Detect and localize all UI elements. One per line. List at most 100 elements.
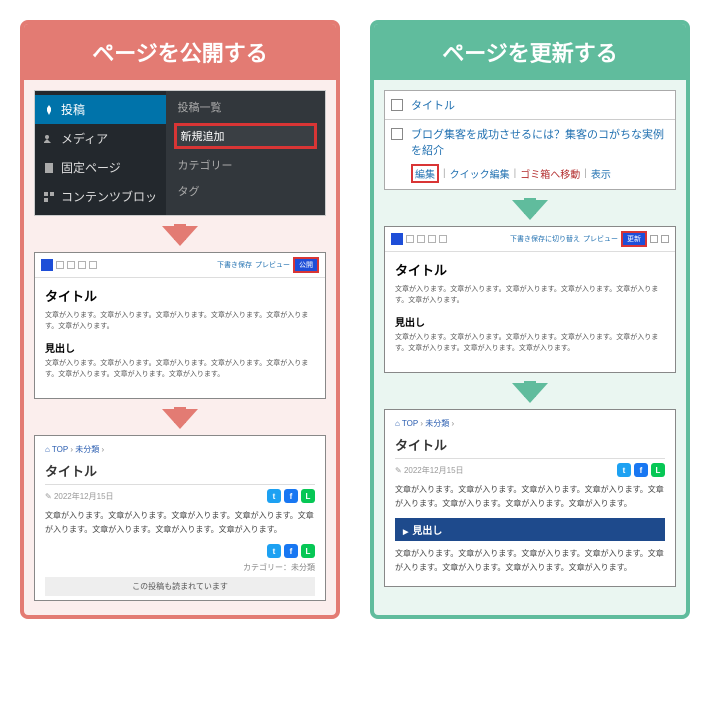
wp-main-menu: 投稿 メディア 固定ページ <box>35 91 166 215</box>
update-column: ページを更新する タイトル ブログ集客を成功させるには？集客のコがちな実例を紹介… <box>370 20 690 619</box>
wp-submenu: 投稿一覧 新規追加 カテゴリー タグ <box>166 91 326 215</box>
line-icon[interactable]: L <box>301 489 315 503</box>
update-button[interactable]: 更新 <box>621 231 647 247</box>
row-actions: 編集 | クイック編集 | ゴミ箱へ移動 | 表示 <box>385 164 675 189</box>
breadcrumb: ⌂ TOP › 未分類 › <box>45 444 315 455</box>
home-icon[interactable]: ⌂ <box>395 419 402 428</box>
post-text[interactable]: 文章が入ります。文章が入ります。文章が入ります。文章が入ります。文章が入ります。… <box>45 359 315 380</box>
pin-icon <box>43 104 55 116</box>
wp-menu-media[interactable]: メディア <box>35 124 166 153</box>
post-h2[interactable]: 見出し <box>45 340 315 355</box>
category-row: カテゴリー：未分類 <box>45 562 315 573</box>
crumb-cat[interactable]: 未分類 <box>425 419 449 428</box>
arrow-icon <box>512 383 548 403</box>
tool-icon[interactable] <box>417 235 425 243</box>
post-text[interactable]: 文章が入ります。文章が入ります。文章が入ります。文章が入ります。文章が入ります。… <box>45 311 315 332</box>
wp-menu-label: メディア <box>61 130 108 147</box>
wp-sub-category[interactable]: カテゴリー <box>174 155 318 175</box>
tool-icon[interactable] <box>406 235 414 243</box>
post-h2[interactable]: 見出し <box>395 314 665 329</box>
wp-sub-tag[interactable]: タグ <box>174 181 318 201</box>
sns-buttons: t f L <box>267 489 315 503</box>
line-icon[interactable]: L <box>301 544 315 558</box>
date-row: ✎ 2022年12月15日 t f L <box>45 489 315 503</box>
editor-panel-update: 下書き保存に切り替え プレビュー 更新 タイトル 文章が入ります。文章が入ります… <box>384 226 676 373</box>
crumb-home[interactable]: TOP <box>52 445 68 454</box>
wp-admin-sidebar: 投稿 メディア 固定ページ <box>34 90 326 216</box>
twitter-icon[interactable]: t <box>267 544 281 558</box>
block-icon <box>43 191 55 203</box>
twitter-icon[interactable]: t <box>617 463 631 477</box>
update-panels: タイトル ブログ集客を成功させるには？集客のコがちな実例を紹介 編集 | クイッ… <box>374 80 686 601</box>
edit-link[interactable]: 編集 <box>411 164 439 183</box>
related-notice: この投稿も読まれています <box>45 577 315 596</box>
wp-sub-all[interactable]: 投稿一覧 <box>174 97 318 117</box>
editor-panel: 下書き保存 プレビュー 公開 タイトル 文章が入ります。文章が入ります。文章が入… <box>34 252 326 399</box>
wp-logo-icon[interactable] <box>391 233 403 245</box>
sns-buttons-bottom: t f L <box>45 544 315 558</box>
tool-icon[interactable] <box>67 261 75 269</box>
tool-icon[interactable] <box>439 235 447 243</box>
line-icon[interactable]: L <box>651 463 665 477</box>
page-icon <box>43 162 55 174</box>
arrow-icon <box>162 226 198 246</box>
editor-toolbar: 下書き保存に切り替え プレビュー 更新 <box>385 227 675 252</box>
col-title[interactable]: タイトル <box>411 97 455 113</box>
gear-icon[interactable] <box>650 235 658 243</box>
media-icon <box>43 133 55 145</box>
arrow-icon <box>512 200 548 220</box>
more-icon[interactable] <box>661 235 669 243</box>
checkbox[interactable] <box>391 128 403 140</box>
wp-menu-label: コンテンツブロッ <box>61 188 157 205</box>
publish-column: ページを公開する 投稿 メディア <box>20 20 340 619</box>
preview-link[interactable]: プレビュー <box>583 234 618 244</box>
switch-draft-link[interactable]: 下書き保存に切り替え <box>510 234 580 244</box>
post-title-link[interactable]: ブログ集客を成功させるには？集客のコがちな実例を紹介 <box>411 126 669 158</box>
wp-menu-posts[interactable]: 投稿 <box>35 95 166 124</box>
breadcrumb: ⌂ TOP › 未分類 › <box>395 418 665 429</box>
wp-logo-icon[interactable] <box>41 259 53 271</box>
twitter-icon[interactable]: t <box>267 489 281 503</box>
view-link[interactable]: 表示 <box>591 166 611 181</box>
front-text2: 文章が入ります。文章が入ります。文章が入ります。文章が入ります。文章が入ります。… <box>395 547 665 574</box>
wp-menu-label: 投稿 <box>61 101 85 118</box>
front-text: 文章が入ります。文章が入ります。文章が入ります。文章が入ります。文章が入ります。… <box>45 509 315 536</box>
home-icon[interactable]: ⌂ <box>45 445 52 454</box>
editor-body: タイトル 文章が入ります。文章が入ります。文章が入ります。文章が入ります。文章が… <box>385 252 675 372</box>
sns-buttons: t f L <box>617 463 665 477</box>
quickedit-link[interactable]: クイック編集 <box>450 166 510 181</box>
wp-menu-content-block[interactable]: コンテンツブロッ <box>35 182 166 211</box>
post-text[interactable]: 文章が入ります。文章が入ります。文章が入ります。文章が入ります。文章が入ります。… <box>395 285 665 306</box>
wp-post-list: タイトル ブログ集客を成功させるには？集客のコがちな実例を紹介 編集 | クイッ… <box>384 90 676 190</box>
post-title[interactable]: タイトル <box>45 286 315 305</box>
trash-link[interactable]: ゴミ箱へ移動 <box>520 166 580 181</box>
tool-icon[interactable] <box>89 261 97 269</box>
front-title: タイトル <box>45 461 315 485</box>
front-text: 文章が入ります。文章が入ります。文章が入ります。文章が入ります。文章が入ります。… <box>395 483 665 510</box>
facebook-icon[interactable]: f <box>284 489 298 503</box>
tool-icon[interactable] <box>428 235 436 243</box>
facebook-icon[interactable]: f <box>284 544 298 558</box>
post-date: ✎ 2022年12月15日 <box>45 491 114 502</box>
frontend-panel-update: ⌂ TOP › 未分類 › タイトル ✎ 2022年12月15日 t f L 文… <box>384 409 676 587</box>
publish-button[interactable]: 公開 <box>293 257 319 273</box>
checkbox[interactable] <box>391 99 403 111</box>
crumb-home[interactable]: TOP <box>402 419 418 428</box>
front-title: タイトル <box>395 435 665 459</box>
post-row: ブログ集客を成功させるには？集客のコがちな実例を紹介 <box>385 120 675 164</box>
wp-menu-label: 固定ページ <box>61 159 121 176</box>
wp-menu-pages[interactable]: 固定ページ <box>35 153 166 182</box>
front-h2: 見出し <box>395 518 665 541</box>
arrow-icon <box>162 409 198 429</box>
preview-link[interactable]: プレビュー <box>255 260 290 270</box>
facebook-icon[interactable]: f <box>634 463 648 477</box>
post-text[interactable]: 文章が入ります。文章が入ります。文章が入ります。文章が入ります。文章が入ります。… <box>395 333 665 354</box>
post-title[interactable]: タイトル <box>395 260 665 279</box>
editor-body: タイトル 文章が入ります。文章が入ります。文章が入ります。文章が入ります。文章が… <box>35 278 325 398</box>
save-draft-link[interactable]: 下書き保存 <box>217 260 252 270</box>
list-header-row: タイトル <box>385 91 675 120</box>
wp-sub-new[interactable]: 新規追加 <box>174 123 318 149</box>
tool-icon[interactable] <box>78 261 86 269</box>
tool-icon[interactable] <box>56 261 64 269</box>
crumb-cat[interactable]: 未分類 <box>75 445 99 454</box>
